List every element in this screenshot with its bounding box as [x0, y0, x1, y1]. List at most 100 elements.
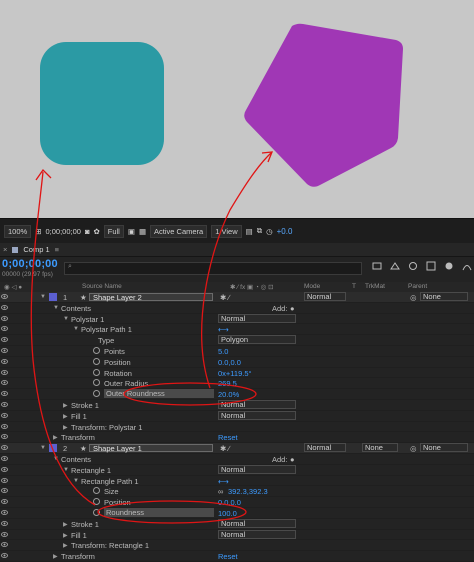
- blend-mode-dropdown[interactable]: Normal: [218, 313, 296, 323]
- blend-mode-dropdown[interactable]: Normal: [218, 464, 296, 474]
- visibility-eye-icon[interactable]: [1, 325, 8, 332]
- expand-triangle-icon[interactable]: ▶: [63, 413, 68, 420]
- current-time-display[interactable]: 0;00;00;00: [2, 258, 58, 270]
- flowchart-icon[interactable]: ⧉: [257, 226, 262, 236]
- property-value[interactable]: 0x+119.5°: [218, 369, 252, 378]
- visibility-eye-icon[interactable]: [1, 444, 8, 451]
- property-row[interactable]: Outer Roundness 20.0%: [0, 389, 474, 400]
- stopwatch-icon[interactable]: [93, 357, 100, 365]
- property-row[interactable]: ▶ Transform: Rectangle 1: [0, 540, 474, 552]
- expand-triangle-icon[interactable]: ▼: [63, 316, 69, 322]
- expand-triangle-icon[interactable]: ▶: [63, 542, 68, 549]
- property-row[interactable]: Rotation 0x+119.5°: [0, 368, 474, 379]
- property-row[interactable]: ▶ Transform Reset: [0, 432, 474, 444]
- visibility-eye-icon[interactable]: [1, 347, 8, 354]
- property-row[interactable]: ▶ Transform: Polystar 1: [0, 422, 474, 433]
- camera-snapshot-icon[interactable]: ◙: [85, 227, 90, 236]
- visibility-eye-icon[interactable]: [1, 379, 8, 386]
- visibility-eye-icon[interactable]: [1, 487, 8, 494]
- tab-comp-1[interactable]: Comp 1: [23, 245, 49, 254]
- layer-search-input[interactable]: ⌕: [64, 262, 362, 275]
- graph-editor-icon[interactable]: [462, 261, 472, 271]
- layer-name[interactable]: Shape Layer 2: [89, 293, 213, 301]
- stopwatch-icon[interactable]: [93, 498, 100, 506]
- pentagon-shape[interactable]: [244, 23, 403, 187]
- expand-triangle-icon[interactable]: ▼: [40, 294, 46, 300]
- stopwatch-icon[interactable]: [93, 390, 100, 398]
- visibility-eye-icon[interactable]: [1, 304, 8, 311]
- visibility-eye-icon[interactable]: [1, 315, 8, 322]
- exposure-value[interactable]: +0.0: [277, 227, 293, 236]
- visibility-eye-icon[interactable]: [1, 509, 8, 516]
- property-row[interactable]: ▶ Stroke 1 Normal: [0, 399, 474, 411]
- visibility-eye-icon[interactable]: [1, 466, 8, 473]
- tab-menu-icon[interactable]: ≡: [55, 245, 59, 254]
- property-value[interactable]: 392.3,392.3: [228, 487, 268, 496]
- expand-triangle-icon[interactable]: ▶: [63, 532, 68, 539]
- property-value[interactable]: 0.0,0.0: [218, 498, 241, 507]
- stopwatch-icon[interactable]: [93, 368, 100, 376]
- visibility-eye-icon[interactable]: [1, 531, 8, 538]
- layer-switches[interactable]: ✱ ∕: [220, 293, 230, 302]
- add-menu[interactable]: Add:: [272, 304, 287, 313]
- visibility-eye-icon[interactable]: [1, 477, 8, 484]
- property-value[interactable]: Polygon: [218, 335, 296, 345]
- parent-pickwhip-icon[interactable]: ◎: [410, 293, 417, 302]
- transparency-grid-icon[interactable]: ▦: [139, 227, 146, 236]
- reset-link[interactable]: Reset: [218, 433, 238, 442]
- trkmat-header[interactable]: TrkMat: [365, 283, 385, 290]
- shy-layers-icon[interactable]: [408, 261, 418, 271]
- blend-mode-dropdown[interactable]: Normal: [218, 529, 296, 539]
- layer-row[interactable]: ▼ 2 ★ Shape Layer 1 ✱ ∕ Normal None ◎ None: [0, 443, 474, 454]
- stopwatch-icon[interactable]: [93, 487, 100, 495]
- rounded-square-shape[interactable]: [40, 42, 164, 165]
- property-value[interactable]: 269.5: [218, 379, 237, 388]
- property-value[interactable]: 20.0%: [218, 390, 239, 399]
- path-direction-icon[interactable]: ⟷: [218, 477, 229, 486]
- visibility-eye-icon[interactable]: [1, 498, 8, 505]
- visibility-eye-icon[interactable]: [1, 401, 8, 408]
- zoom-dropdown[interactable]: 100%: [4, 224, 32, 238]
- expand-triangle-icon[interactable]: ▶: [63, 424, 68, 431]
- property-row[interactable]: ▼ Polystar Path 1 ⟷: [0, 324, 474, 336]
- parent-dropdown[interactable]: None: [420, 292, 468, 301]
- expand-triangle-icon[interactable]: ▼: [40, 445, 46, 451]
- blend-mode-dropdown[interactable]: Normal: [218, 518, 296, 528]
- property-row[interactable]: ▼ Polystar 1 Normal: [0, 313, 474, 325]
- grid-icon[interactable]: ⊞: [35, 227, 41, 236]
- property-row[interactable]: Position 0.0,0.0: [0, 497, 474, 508]
- expand-triangle-icon[interactable]: ▼: [53, 456, 59, 462]
- source-name-header[interactable]: Source Name: [82, 283, 122, 290]
- property-row[interactable]: ▼ Rectangle Path 1 ⟷: [0, 476, 474, 487]
- frame-blending-icon[interactable]: [426, 261, 436, 271]
- visibility-eye-icon[interactable]: [1, 358, 8, 365]
- add-icon[interactable]: ●: [290, 455, 295, 464]
- visibility-eye-icon[interactable]: [1, 390, 8, 397]
- visibility-eye-icon[interactable]: [1, 423, 8, 430]
- add-icon[interactable]: ●: [290, 304, 295, 313]
- t-header[interactable]: T: [352, 283, 356, 290]
- visibility-eye-icon[interactable]: [1, 541, 8, 548]
- visibility-eye-icon[interactable]: [1, 369, 8, 376]
- parent-dropdown[interactable]: None: [420, 443, 468, 453]
- mode-header[interactable]: Mode: [304, 283, 320, 290]
- path-direction-icon[interactable]: ⟷: [218, 325, 229, 334]
- layer-switches[interactable]: ✱ ∕: [220, 444, 230, 453]
- stopwatch-icon[interactable]: [93, 346, 100, 354]
- stopwatch-icon[interactable]: [93, 508, 100, 516]
- property-row[interactable]: Roundness 100.0: [0, 507, 474, 519]
- region-of-interest-icon[interactable]: ▣: [128, 227, 135, 236]
- property-row[interactable]: ▼ Contents Add: ●: [0, 454, 474, 465]
- property-value[interactable]: 0.0,0.0: [218, 358, 241, 367]
- close-icon[interactable]: ×: [3, 245, 7, 254]
- add-menu[interactable]: Add:: [272, 455, 287, 464]
- property-value[interactable]: 5.0: [218, 347, 228, 356]
- expand-triangle-icon[interactable]: ▶: [63, 521, 68, 528]
- show-channel-icon[interactable]: ✿: [93, 227, 99, 236]
- parent-pickwhip-icon[interactable]: ◎: [410, 444, 417, 453]
- layer-name[interactable]: Shape Layer 1: [89, 444, 213, 452]
- blend-mode-dropdown[interactable]: Normal: [218, 410, 296, 420]
- property-row[interactable]: Outer Radius 269.5: [0, 378, 474, 390]
- label-color-chip[interactable]: [49, 293, 57, 301]
- expand-triangle-icon[interactable]: ▼: [63, 467, 69, 473]
